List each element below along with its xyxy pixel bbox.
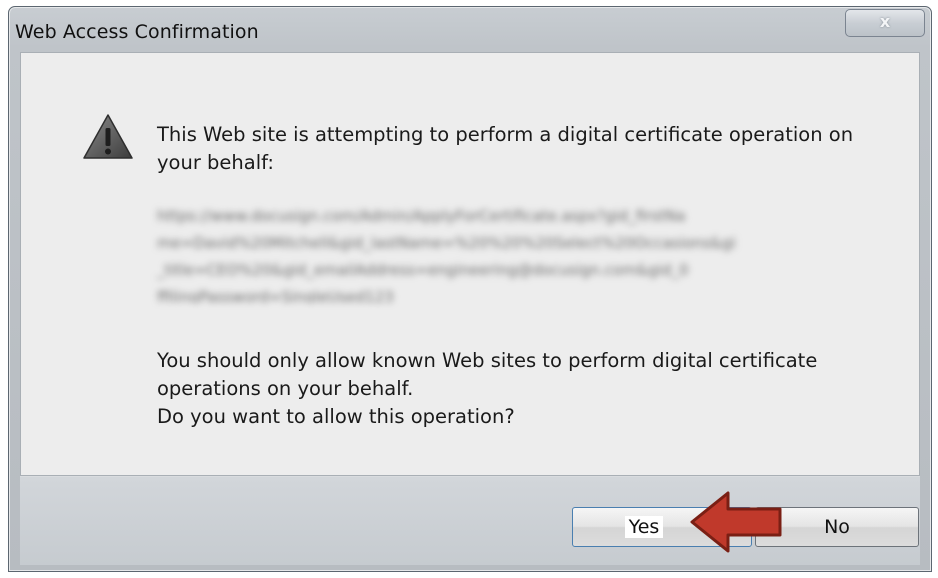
no-button-label: No <box>824 516 850 538</box>
dialog-window: Web Access Confirmation x This Web site … <box>8 6 932 572</box>
blurred-url-line: ffilingPassword=SingleUsed123 <box>157 288 394 303</box>
blurred-url-line: https://www.docusign.com/Admin/ApplyForC… <box>157 207 686 225</box>
question-text: Do you want to allow this operation? <box>157 405 515 428</box>
red-arrow-annotation <box>690 491 782 553</box>
note-line-1: You should only allow known Web sites to… <box>157 349 818 372</box>
blurred-url-line: _title=CEO%20&gid_emailAddress=engineeri… <box>157 261 689 279</box>
blurred-url-line: me=David%20Mitchell&gid_lastName=%20%20%… <box>157 234 736 252</box>
message-line-2: your behalf: <box>157 151 274 174</box>
yes-button-label: Yes <box>624 516 664 538</box>
dialog-content: This Web site is attempting to perform a… <box>20 52 920 476</box>
close-icon: x <box>879 12 891 31</box>
blurred-url: https://www.docusign.com/Admin/ApplyForC… <box>157 203 887 303</box>
note-line-2: operations on your behalf. <box>157 377 414 400</box>
close-button[interactable]: x <box>845 9 925 37</box>
warning-triangle-icon <box>83 114 133 159</box>
window-title: Web Access Confirmation <box>15 21 259 43</box>
message-line-1: This Web site is attempting to perform a… <box>157 123 854 146</box>
